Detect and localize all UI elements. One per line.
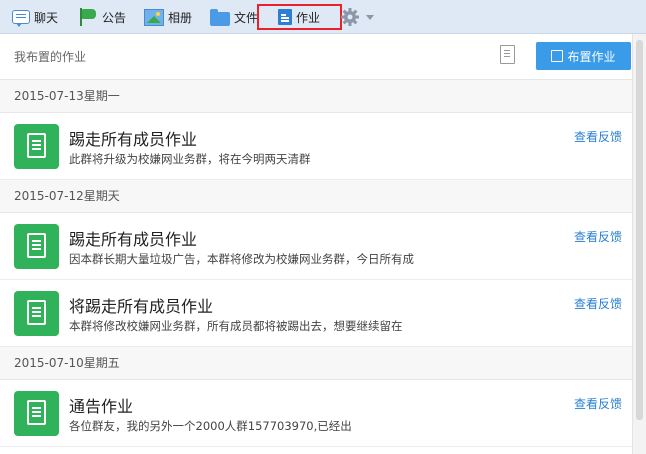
item-title: 踢走所有成员作业 [69,130,198,149]
item-title: 将踢走所有成员作业 [69,297,214,316]
list-item[interactable]: 将踢走所有成员作业 本群将修改校嫌网业务群，所有成员都将被踢出去，想要继续留在 … [0,280,632,347]
item-description: 因本群长期大量垃圾广告，本群将修改为校嫌网业务群，今日所有成 [69,252,414,266]
post-homework-label: 布置作业 [567,49,616,64]
post-homework-button[interactable]: 布置作业 [536,42,631,70]
item-description: 各位群友，我的另外一个2000人群157703970,已经出 [69,419,352,433]
homework-header: 我布置的作业 布置作业 [0,34,646,80]
item-title: 踢走所有成员作业 [69,230,198,249]
tab-file-label: 文件 [234,10,259,25]
tab-notice-label: 公告 [102,10,127,25]
tab-file[interactable]: 文件 [210,5,258,29]
vertical-scrollbar[interactable] [632,34,646,454]
tab-chat-label: 聊天 [34,10,59,25]
view-feedback-link[interactable]: 查看反馈 [574,395,622,412]
view-feedback-link[interactable]: 查看反馈 [574,128,622,145]
view-feedback-link[interactable]: 查看反馈 [574,295,622,312]
homework-doc-icon [14,391,59,436]
flag-icon [78,8,98,26]
view-feedback-link[interactable]: 查看反馈 [574,228,622,245]
item-title: 通告作业 [69,397,134,416]
homework-list: 2015-07-13星期一 踢走所有成员作业 此群将升级为校嫌网业务群，将在今明… [0,80,632,447]
chat-icon [12,10,30,27]
homework-doc-icon [14,291,59,336]
tab-album-label: 相册 [168,10,193,25]
tab-chat[interactable]: 聊天 [12,5,58,29]
list-item[interactable]: 踢走所有成员作业 此群将升级为校嫌网业务群，将在今明两天清群 查看反馈 [0,113,632,180]
page-title: 我布置的作业 [14,50,87,64]
edit-icon [551,50,564,62]
date-header: 2015-07-12星期天 [0,180,632,213]
date-header: 2015-07-10星期五 [0,347,632,380]
list-item[interactable]: 踢走所有成员作业 因本群长期大量垃圾广告，本群将修改为校嫌网业务群，今日所有成 … [0,213,632,280]
group-toolbar: 聊天 公告 相册 文件 作业 [0,0,646,34]
selected-tab-highlight [257,4,342,30]
scrollbar-thumb[interactable] [636,40,643,420]
tab-album[interactable]: 相册 [144,5,192,29]
item-description: 本群将修改校嫌网业务群，所有成员都将被踢出去，想要继续留在 [69,319,403,333]
homework-doc-icon [14,124,59,169]
folder-icon [210,9,230,26]
album-icon [144,8,164,26]
tab-notice[interactable]: 公告 [78,5,126,29]
chevron-down-icon[interactable] [366,15,374,20]
item-description: 此群将升级为校嫌网业务群，将在今明两天清群 [69,152,311,166]
gear-icon[interactable] [340,7,360,27]
homework-doc-icon [14,224,59,269]
date-header: 2015-07-13星期一 [0,80,632,113]
document-icon[interactable] [500,45,515,64]
list-item[interactable]: 通告作业 各位群友，我的另外一个2000人群157703970,已经出 查看反馈 [0,380,632,447]
